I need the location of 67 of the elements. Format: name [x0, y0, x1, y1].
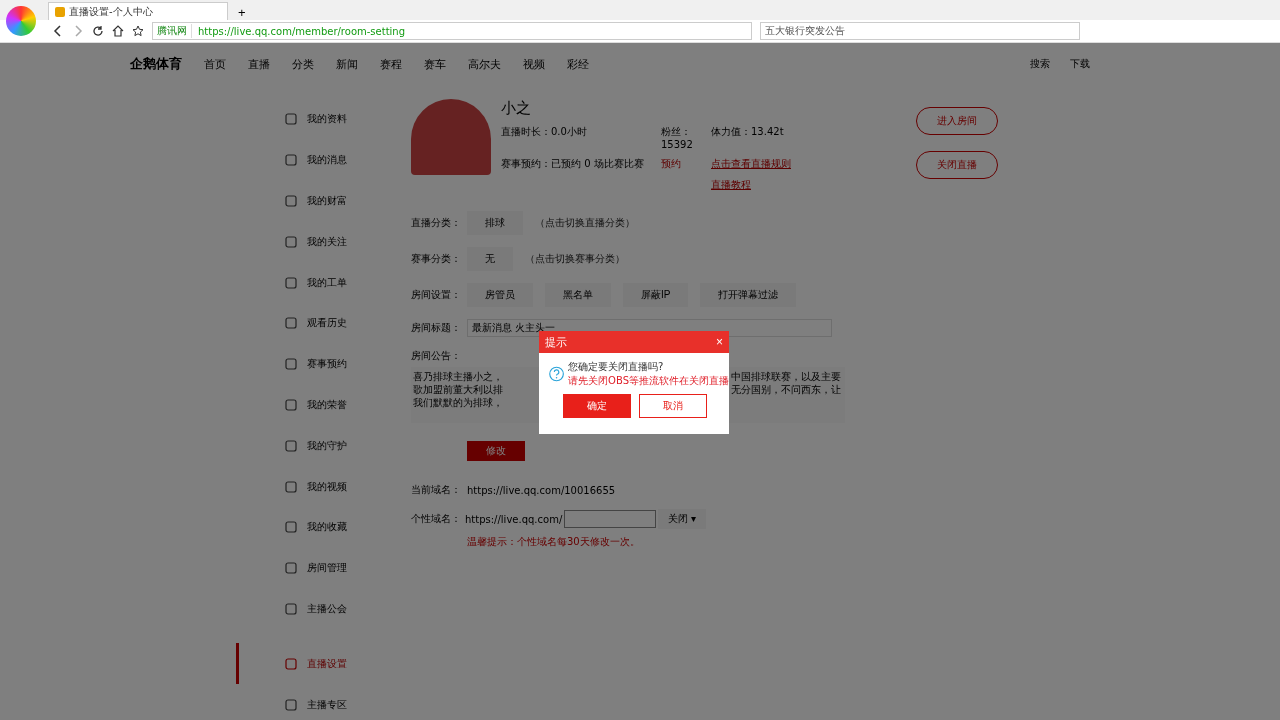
user-name: 小之: [501, 99, 532, 118]
new-tab-button[interactable]: +: [234, 5, 250, 20]
nav-link[interactable]: 彩经: [567, 56, 589, 72]
sidebar-item[interactable]: 我的收藏: [236, 506, 401, 548]
field-label: 个性域名：: [411, 512, 462, 526]
field-label: 房间公告：: [411, 349, 462, 363]
site-badge: 腾讯网: [157, 24, 192, 38]
hint-text: （点击切换赛事分类）: [525, 252, 625, 266]
profile-button[interactable]: 关闭直播: [916, 151, 998, 179]
room-setting-button[interactable]: 打开弹幕过滤: [700, 283, 797, 307]
domain-note: 温馨提示：个性域名每30天修改一次。: [467, 535, 641, 549]
field-label: 赛事分类：: [411, 252, 462, 266]
fans-count: 粉丝：15392: [661, 125, 694, 150]
nav-link[interactable]: 分类: [292, 56, 314, 72]
room-setting-button[interactable]: 黑名单: [545, 283, 611, 307]
browser-tab[interactable]: 直播设置-个人中心: [48, 2, 228, 20]
profile-button[interactable]: 进入房间: [916, 107, 998, 135]
search-link[interactable]: 搜索: [1030, 57, 1050, 71]
sidebar-item[interactable]: 我的视频: [236, 466, 401, 507]
sidebar-item[interactable]: 主播专区: [236, 684, 401, 720]
nav-link[interactable]: 高尔夫: [468, 56, 501, 72]
sidebar-item[interactable]: 直播设置: [236, 643, 401, 685]
sidebar-item[interactable]: 我的守护: [236, 425, 401, 467]
room-setting-button[interactable]: 屏蔽IP: [623, 283, 689, 307]
nav-link[interactable]: 赛车: [424, 56, 446, 72]
nav-link[interactable]: 赛程: [380, 56, 402, 72]
download-link[interactable]: 下载: [1070, 57, 1090, 71]
site-logo[interactable]: 企鹅体育: [130, 55, 182, 73]
room-setting-button[interactable]: 房管员: [467, 283, 533, 307]
field-label: 当前域名：: [411, 483, 462, 497]
sidebar-item[interactable]: 我的消息: [236, 139, 401, 181]
nav-link[interactable]: 首页: [204, 56, 226, 72]
address-bar[interactable]: 腾讯网 https://live.qq.com/member/room-setting: [152, 22, 752, 40]
save-button[interactable]: 修改: [467, 441, 525, 461]
close-button[interactable]: ×: [716, 335, 723, 349]
sidebar-item[interactable]: 赛事预约: [236, 343, 401, 385]
tutorial-link[interactable]: 直播教程: [711, 178, 821, 192]
booking-link[interactable]: 预约: [661, 157, 711, 171]
sidebar-item[interactable]: 房间管理: [236, 547, 401, 589]
nav-link[interactable]: 直播: [248, 56, 270, 72]
stream-duration: 直播时长：0.0小时: [501, 125, 588, 139]
rules-link[interactable]: 点击查看直播规则: [711, 157, 821, 171]
sidebar-item[interactable]: 观看历史: [236, 303, 401, 344]
domain-value: https://live.qq.com/10016655: [467, 484, 616, 496]
sidebar-item[interactable]: 我的工单: [236, 262, 401, 303]
sidebar-item[interactable]: 主播公会: [236, 588, 401, 630]
sidebar-item[interactable]: 我的关注: [236, 221, 401, 263]
domain-prefix: https://live.qq.com/: [465, 513, 563, 525]
nav-link[interactable]: 新闻: [336, 56, 358, 72]
stamina-value: 体力值：13.42t: [711, 125, 785, 139]
domain-select[interactable]: 关闭 ▾: [658, 509, 707, 529]
dialog-title: 提示: [545, 334, 567, 350]
category-button[interactable]: 无: [467, 247, 513, 271]
field-label: 房间标题：: [411, 321, 462, 335]
search-field[interactable]: 五大银行突发公告: [760, 22, 1080, 40]
category-button[interactable]: 排球: [467, 211, 523, 235]
dialog-warning: 请先关闭OBS等推流软件在关闭直播: [568, 374, 729, 388]
cancel-button[interactable]: 取消: [639, 394, 707, 418]
sidebar-item[interactable]: 我的荣誉: [236, 384, 401, 426]
confirm-button[interactable]: 确定: [563, 394, 631, 418]
field-label: 房间设置：: [411, 288, 462, 302]
sidebar-item[interactable]: 我的财富: [236, 180, 401, 222]
field-label: 直播分类：: [411, 216, 462, 230]
booking-info: 赛事预约：已预约 0 场比赛比赛: [501, 157, 645, 171]
sidebar-item[interactable]: 我的资料: [236, 99, 401, 140]
nav-link[interactable]: 视频: [523, 56, 545, 72]
hint-text: （点击切换直播分类）: [535, 216, 635, 230]
